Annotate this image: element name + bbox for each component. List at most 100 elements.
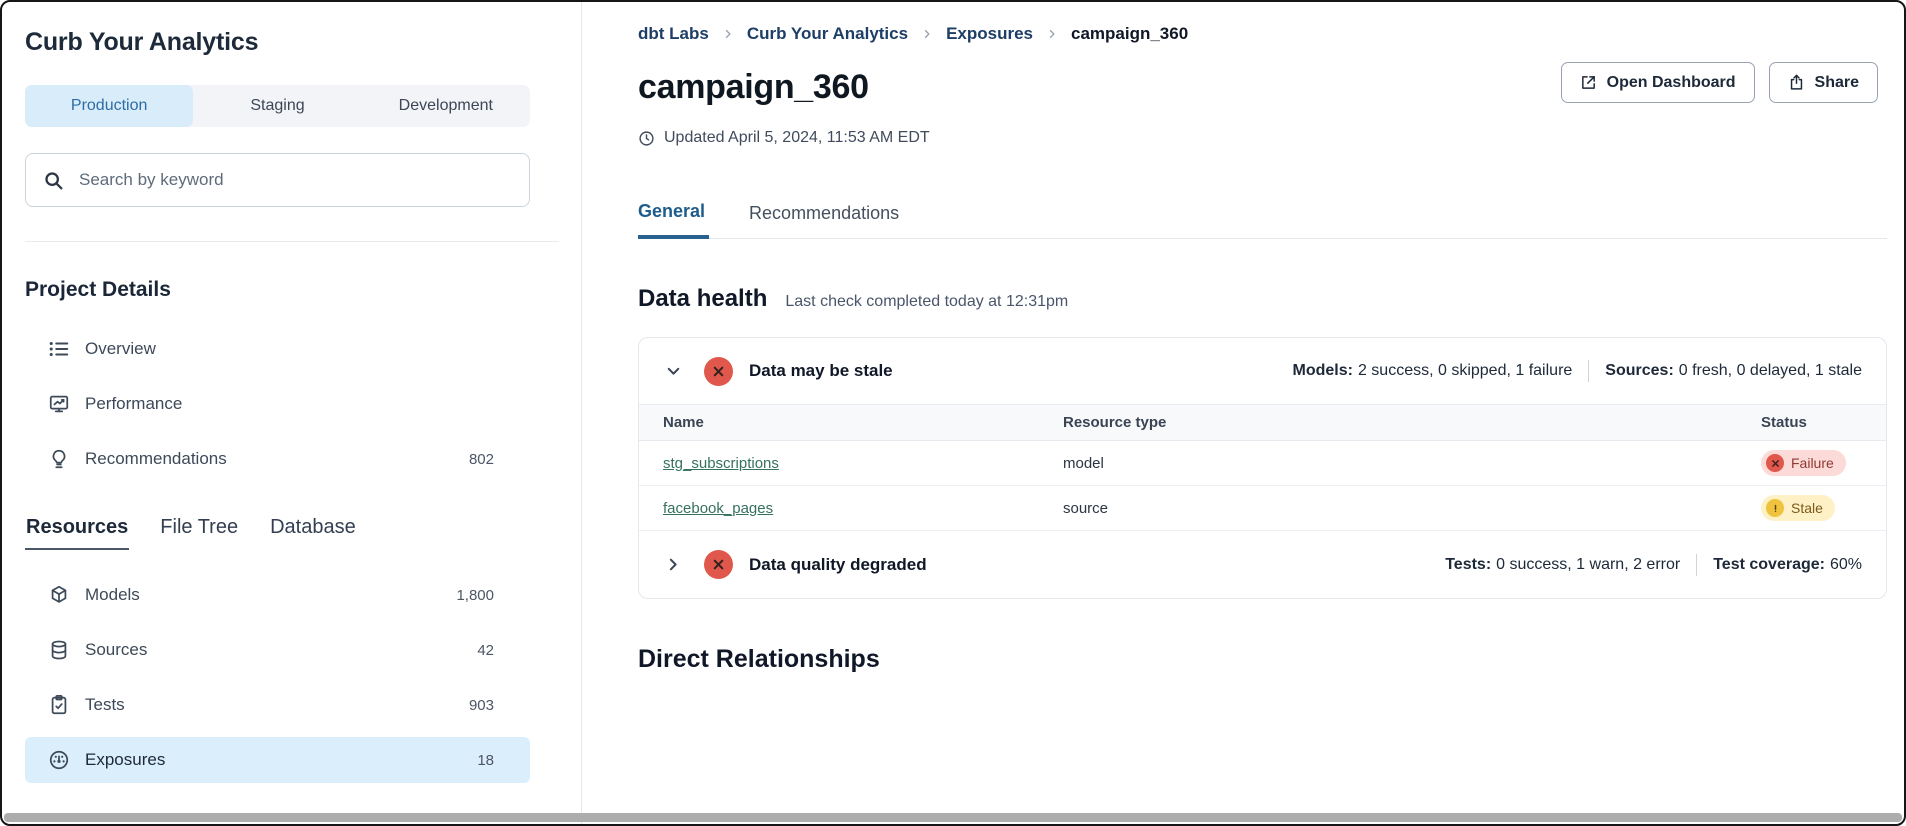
sidebar-item-exposures[interactable]: Exposures 18 [25, 737, 530, 783]
tests-stat-value: 0 success, 1 warn, 2 error [1496, 556, 1680, 574]
tab-database[interactable]: Database [269, 516, 357, 548]
chevron-right-icon[interactable] [663, 556, 683, 573]
breadcrumb: dbt Labs Curb Your Analytics Exposures c… [638, 24, 1887, 44]
sidebar-item-label: Performance [85, 394, 182, 414]
chevron-right-icon [921, 28, 933, 40]
horizontal-scrollbar[interactable] [4, 813, 1902, 822]
x-circle-icon [704, 550, 733, 579]
list-icon [47, 337, 71, 361]
sidebar-item-count: 802 [469, 451, 494, 468]
chevron-right-icon [1046, 28, 1058, 40]
status-badge-label: Stale [1791, 500, 1823, 516]
status-badge-label: Failure [1791, 455, 1834, 471]
breadcrumb-link-exposures[interactable]: Exposures [946, 24, 1033, 44]
tab-resources[interactable]: Resources [25, 516, 129, 550]
share-button[interactable]: Share [1769, 62, 1878, 103]
sidebar: Curb Your Analytics Production Staging D… [2, 2, 582, 824]
search-input[interactable] [77, 169, 512, 191]
sidebar-item-count: 903 [469, 697, 494, 714]
column-header-resource-type: Resource type [1063, 414, 1761, 431]
breadcrumb-link-dbt-labs[interactable]: dbt Labs [638, 24, 709, 44]
search-icon [43, 170, 64, 191]
sidebar-item-recommendations[interactable]: Recommendations 802 [25, 436, 530, 482]
warning-circle-icon [1766, 499, 1784, 517]
stale-section-title: Data may be stale [749, 361, 893, 381]
status-badge-stale: Stale [1761, 495, 1835, 521]
updated-timestamp: Updated April 5, 2024, 11:53 AM EDT [638, 129, 1887, 147]
sidebar-item-models[interactable]: Models 1,800 [25, 572, 530, 618]
project-details-nav: Overview Performance [25, 326, 581, 482]
page-tabs: General Recommendations [638, 201, 1887, 239]
clock-icon [638, 130, 655, 147]
sidebar-item-label: Models [85, 585, 140, 605]
project-title: Curb Your Analytics [25, 28, 581, 57]
sidebar-item-label: Sources [85, 640, 147, 660]
sidebar-item-label: Recommendations [85, 449, 227, 469]
models-stat-label: Models: [1293, 362, 1353, 380]
tab-file-tree[interactable]: File Tree [159, 516, 239, 548]
table-row: facebook_pages source Stale [639, 486, 1886, 531]
column-header-status: Status [1761, 414, 1862, 431]
share-icon [1788, 74, 1805, 91]
sidebar-item-performance[interactable]: Performance [25, 381, 530, 427]
x-circle-icon [704, 357, 733, 386]
x-circle-icon [1766, 454, 1784, 472]
search-box[interactable] [25, 153, 530, 207]
sidebar-item-label: Overview [85, 339, 156, 359]
resource-type-cell: source [1063, 500, 1761, 517]
chevron-right-icon [722, 28, 734, 40]
sidebar-item-label: Exposures [85, 750, 165, 770]
env-tab-development[interactable]: Development [362, 85, 530, 127]
cube-icon [47, 583, 71, 607]
status-badge-failure: Failure [1761, 450, 1846, 476]
gauge-icon [47, 748, 71, 772]
clipboard-check-icon [47, 693, 71, 717]
stale-section-stats: Models: 2 success, 0 skipped, 1 failure … [1293, 360, 1863, 382]
sidebar-item-label: Tests [85, 695, 125, 715]
external-link-icon [1580, 74, 1597, 91]
sources-stat-value: 0 fresh, 0 delayed, 1 stale [1679, 362, 1862, 380]
database-icon [47, 638, 71, 662]
app-window: Curb Your Analytics Production Staging D… [0, 0, 1906, 826]
sidebar-item-count: 1,800 [456, 587, 494, 604]
open-dashboard-button[interactable]: Open Dashboard [1561, 62, 1755, 103]
health-table-header: Name Resource type Status [639, 404, 1886, 441]
open-dashboard-label: Open Dashboard [1607, 74, 1736, 92]
tab-recommendations[interactable]: Recommendations [749, 201, 903, 238]
sidebar-item-tests[interactable]: Tests 903 [25, 682, 530, 728]
header-actions: Open Dashboard Share [1561, 62, 1878, 103]
chevron-down-icon[interactable] [663, 363, 683, 380]
lightbulb-icon [47, 447, 71, 471]
env-tab-staging[interactable]: Staging [193, 85, 361, 127]
quality-section-stats: Tests: 0 success, 1 warn, 2 error Test c… [1445, 554, 1862, 576]
tab-general[interactable]: General [638, 201, 709, 239]
stale-section-row[interactable]: Data may be stale Models: 2 success, 0 s… [639, 338, 1886, 404]
sources-stat-label: Sources: [1605, 362, 1673, 380]
resource-type-cell: model [1063, 455, 1761, 472]
resource-view-tabs: Resources File Tree Database [25, 516, 581, 550]
resource-link-facebook-pages[interactable]: facebook_pages [663, 500, 773, 517]
updated-text: Updated April 5, 2024, 11:53 AM EDT [664, 129, 930, 147]
resources-nav: Models 1,800 Sources 42 [25, 572, 581, 783]
resource-link-stg-subscriptions[interactable]: stg_subscriptions [663, 455, 779, 472]
models-stat-value: 2 success, 0 skipped, 1 failure [1358, 362, 1572, 380]
quality-section-title: Data quality degraded [749, 555, 927, 575]
data-health-heading: Data health Last check completed today a… [638, 285, 1887, 313]
sidebar-item-count: 42 [477, 642, 494, 659]
stat-divider [1696, 554, 1697, 576]
main-content: dbt Labs Curb Your Analytics Exposures c… [582, 2, 1904, 824]
breadcrumb-link-project[interactable]: Curb Your Analytics [747, 24, 908, 44]
sidebar-item-count: 18 [477, 752, 494, 769]
column-header-name: Name [663, 414, 1063, 431]
sidebar-item-overview[interactable]: Overview [25, 326, 530, 372]
project-details-heading: Project Details [25, 278, 581, 302]
table-row: stg_subscriptions model Failure [639, 441, 1886, 486]
sidebar-item-sources[interactable]: Sources 42 [25, 627, 530, 673]
quality-section-row[interactable]: Data quality degraded Tests: 0 success, … [639, 531, 1886, 598]
coverage-stat-value: 60% [1830, 556, 1862, 574]
env-tab-production[interactable]: Production [25, 85, 193, 127]
breadcrumb-current: campaign_360 [1071, 24, 1188, 44]
data-health-card: Data may be stale Models: 2 success, 0 s… [638, 337, 1887, 599]
stat-divider [1588, 360, 1589, 382]
performance-chart-icon [47, 392, 71, 416]
